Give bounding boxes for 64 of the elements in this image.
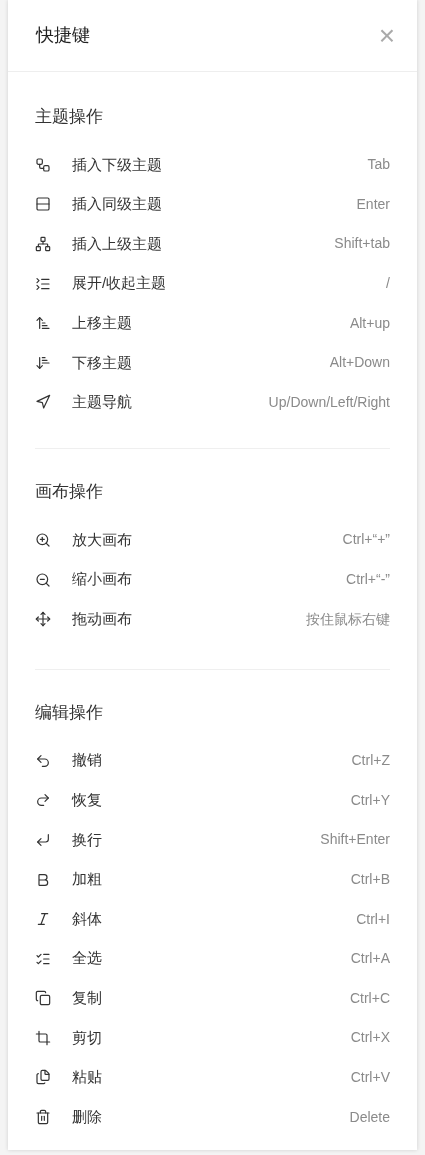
italic-icon [35, 911, 51, 928]
trash-icon [35, 1109, 51, 1126]
shortcut-key: Shift+tab [334, 233, 390, 255]
shortcut-key: Up/Down/Left/Right [268, 391, 390, 413]
shortcut-label: 撤销 [72, 750, 102, 771]
shortcut-key: Alt+up [349, 312, 390, 334]
section-title: 编辑操作 [35, 702, 103, 725]
shortcut-label: 上移主题 [72, 312, 132, 333]
shortcut-key: Shift+Enter [320, 829, 390, 851]
dialog-title: 快捷键 [36, 24, 90, 47]
rows-icon [35, 196, 51, 213]
shortcut-key: Alt+Down [329, 352, 390, 374]
shortcut-label: 剪切 [72, 1027, 102, 1048]
network-icon [35, 236, 51, 252]
crop-icon [35, 1029, 51, 1046]
zoom-in-icon [35, 531, 51, 548]
close-button[interactable]: × [374, 21, 399, 50]
shortcut-label: 斜体 [72, 908, 102, 929]
shortcut-key: Ctrl+V [350, 1067, 390, 1088]
branch-icon [35, 156, 51, 173]
shortcut-label: 换行 [72, 829, 102, 850]
paste-icon [35, 1069, 51, 1086]
move-up-icon [35, 315, 51, 332]
shortcut-label: 粘贴 [72, 1067, 102, 1088]
shortcut-label: 全选 [72, 948, 102, 969]
shortcut-label: 插入上级主题 [72, 233, 162, 254]
move-down-icon [35, 354, 51, 371]
shortcut-key: / [386, 273, 390, 295]
shortcut-label: 主题导航 [72, 392, 132, 413]
shortcut-label: 拖动画布 [72, 608, 132, 629]
shortcut-key: Ctrl+“-” [346, 569, 390, 591]
shortcut-key: Ctrl+C [349, 987, 390, 1009]
shortcut-key: Enter [356, 193, 390, 215]
shortcut-label: 放大画布 [72, 529, 132, 550]
shortcut-key: Ctrl+B [350, 869, 390, 890]
navigation-arrow-icon [35, 394, 51, 411]
section-title: 主题操作 [35, 106, 103, 129]
list-collapse-icon [35, 275, 51, 292]
shortcut-key: Ctrl+Z [351, 750, 390, 772]
shortcut-label: 缩小画布 [72, 569, 132, 590]
shortcut-label: 恢复 [72, 790, 102, 811]
shortcut-key: Ctrl+I [356, 908, 390, 930]
shortcut-label: 展开/收起主题 [72, 273, 167, 294]
shortcut-label: 复制 [72, 988, 102, 1009]
shortcut-key: Ctrl+Y [350, 789, 390, 811]
move-icon [35, 611, 51, 628]
shortcut-key: Ctrl+X [350, 1027, 390, 1049]
shortcut-key: Tab [367, 154, 390, 176]
copy-icon [35, 990, 51, 1007]
shortcut-label: 插入同级主题 [72, 194, 162, 215]
shortcut-key: 按住鼠标右键 [306, 608, 390, 630]
shortcut-label: 下移主题 [72, 352, 132, 373]
bold-icon [35, 871, 51, 888]
shortcut-label: 删除 [72, 1106, 102, 1127]
shortcut-key: Delete [349, 1106, 390, 1128]
zoom-out-icon [35, 571, 51, 588]
shortcut-key: Ctrl+A [350, 948, 390, 970]
shortcut-key: Ctrl+“+” [342, 529, 390, 551]
shortcut-label: 加粗 [72, 869, 102, 890]
section-title: 画布操作 [35, 481, 103, 504]
undo-icon [35, 752, 51, 769]
line-break-icon [35, 831, 51, 848]
redo-icon [35, 792, 51, 809]
shortcut-label: 插入下级主题 [72, 154, 162, 175]
